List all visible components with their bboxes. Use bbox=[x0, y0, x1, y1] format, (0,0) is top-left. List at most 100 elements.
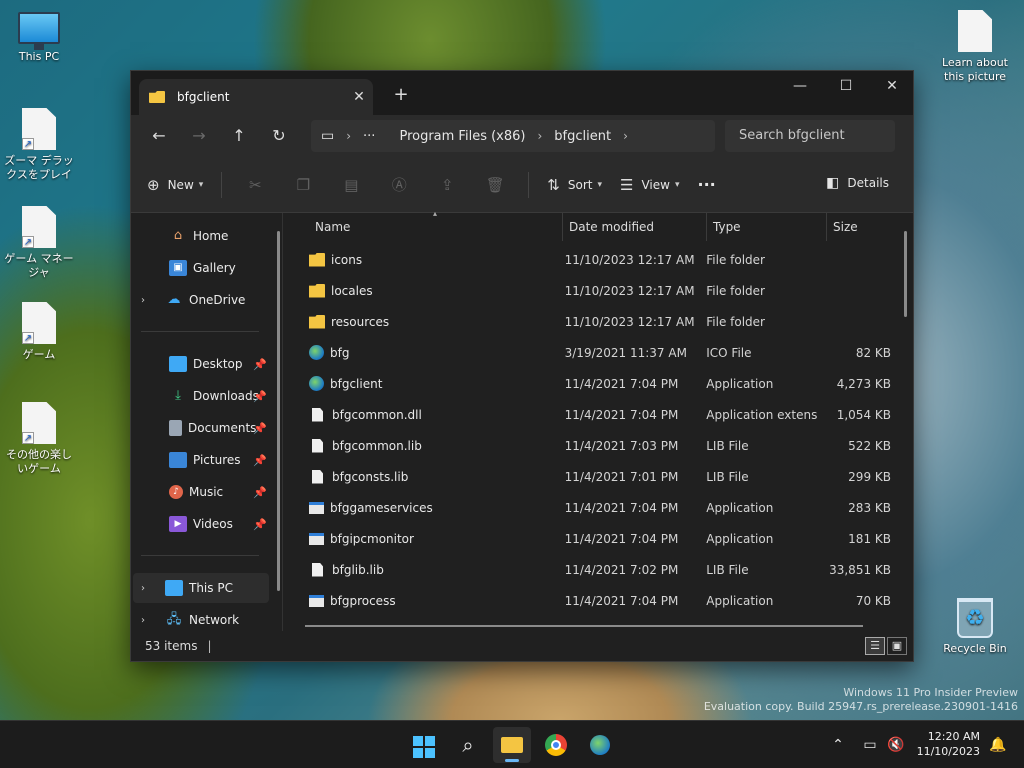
details-view-icon[interactable]: ☰ bbox=[865, 637, 885, 655]
desktop-icon-this-pc[interactable]: This PC bbox=[1, 12, 77, 64]
chevron-right-icon[interactable]: › bbox=[141, 295, 155, 306]
file-name-cell[interactable]: bfgcommon.lib bbox=[287, 438, 559, 453]
desktop-icon-game-manager[interactable]: ↗ ゲーム マネージャ bbox=[1, 206, 77, 280]
pin-icon[interactable]: 📌 bbox=[253, 358, 267, 371]
desktop-icon-learn-picture[interactable]: Learn about this picture bbox=[937, 10, 1013, 84]
start-icon[interactable] bbox=[405, 727, 443, 763]
file-name-cell[interactable]: bfgcommon.dll bbox=[287, 407, 559, 422]
pin-icon[interactable]: 📌 bbox=[253, 486, 267, 499]
more-options-button[interactable]: ··· bbox=[697, 175, 715, 194]
pin-icon[interactable]: 📌 bbox=[253, 518, 267, 531]
delete-icon[interactable]: 🗑 bbox=[480, 176, 510, 194]
chevron-right-icon[interactable]: › bbox=[623, 129, 628, 143]
table-row[interactable]: bfgconsts.lib 11/4/2021 7:01 PM LIB File 29… bbox=[287, 461, 897, 492]
table-row[interactable]: bfggameservices 11/4/2021 7:04 PM Applicat… bbox=[287, 492, 897, 523]
game-app-icon[interactable] bbox=[581, 727, 619, 763]
desktop-icon-more-games[interactable]: ↗ その他の楽しいゲーム bbox=[1, 402, 77, 476]
sidebar-item-documents[interactable]: Documents 📌 bbox=[133, 413, 269, 443]
sort-button[interactable]: ⇅ Sort ▾ bbox=[547, 176, 602, 194]
sidebar-item-home[interactable]: ⌂ Home bbox=[133, 221, 269, 251]
refresh-button[interactable]: ↻ bbox=[259, 120, 299, 152]
breadcrumb[interactable]: ▭ › ··· Program Files (x86) › bfgclient … bbox=[311, 120, 715, 152]
tab-close-icon[interactable]: ✕ bbox=[345, 89, 373, 105]
sidebar-item-pictures[interactable]: Pictures 📌 bbox=[133, 445, 269, 475]
file-date: 11/4/2021 7:04 PM bbox=[564, 407, 679, 422]
up-button[interactable]: ↑ bbox=[219, 120, 259, 152]
file-name-cell[interactable]: bfgclient bbox=[287, 376, 559, 391]
rename-icon[interactable]: Ⓐ bbox=[384, 174, 414, 195]
sidebar-item-videos[interactable]: ▶ Videos 📌 bbox=[133, 509, 269, 539]
paste-icon[interactable]: ▤ bbox=[336, 176, 366, 194]
file-name-cell[interactable]: bfgconsts.lib bbox=[287, 469, 559, 484]
minimize-button[interactable]: — bbox=[777, 71, 823, 103]
table-row[interactable]: bfglib.lib 11/4/2021 7:02 PM LIB File 33,85… bbox=[287, 554, 897, 585]
sidebar-item-desktop[interactable]: Desktop 📌 bbox=[133, 349, 269, 379]
sidebar-item-music[interactable]: ♪ Music 📌 bbox=[133, 477, 269, 507]
breadcrumb-more[interactable]: ··· bbox=[363, 129, 375, 144]
tab-bfgclient[interactable]: bfgclient ✕ bbox=[139, 79, 373, 115]
desktop-icon-recycle-bin[interactable]: ♻ Recycle Bin bbox=[937, 598, 1013, 656]
file-name-cell[interactable]: bfgprocess bbox=[287, 594, 559, 608]
volume-muted-icon[interactable]: 🔇 bbox=[884, 721, 908, 768]
chevron-right-icon[interactable]: › bbox=[537, 129, 542, 143]
table-row[interactable]: bfgcommon.lib 11/4/2021 7:03 PM LIB File 52… bbox=[287, 430, 897, 461]
file-name-cell[interactable]: bfglib.lib bbox=[287, 562, 559, 577]
table-row[interactable]: bfgclient 11/4/2021 7:04 PM Application 4,2… bbox=[287, 368, 897, 399]
close-button[interactable]: ✕ bbox=[869, 71, 913, 103]
chrome-icon[interactable] bbox=[537, 727, 575, 763]
table-row[interactable]: resources 11/10/2023 12:17 AM File folder bbox=[287, 306, 897, 337]
tray-chevron-icon[interactable]: ⌃ bbox=[826, 721, 850, 768]
file-name-cell[interactable]: icons bbox=[287, 252, 559, 267]
copy-icon[interactable]: ❐ bbox=[288, 176, 318, 194]
watermark-line: Windows 11 Pro Insider Preview bbox=[843, 686, 1018, 699]
back-button[interactable]: ← bbox=[139, 120, 179, 152]
file-name-cell[interactable]: bfg bbox=[287, 345, 559, 360]
table-row[interactable]: icons 11/10/2023 12:17 AM File folder bbox=[287, 244, 897, 275]
notification-bell-icon[interactable]: 🔔 bbox=[986, 721, 1010, 768]
monitor-icon[interactable]: ▭ bbox=[321, 128, 334, 144]
column-header-type[interactable]: Type bbox=[707, 213, 827, 241]
column-header-size[interactable]: Size bbox=[827, 213, 907, 241]
pin-icon[interactable]: 📌 bbox=[253, 422, 267, 435]
file-name-cell[interactable]: locales bbox=[287, 283, 559, 298]
clock[interactable]: 12:20 AM 11/10/2023 bbox=[917, 729, 980, 759]
table-row[interactable]: bfgcommon.dll 11/4/2021 7:04 PM Applicatio… bbox=[287, 399, 897, 430]
forward-button[interactable]: → bbox=[179, 120, 219, 152]
sidebar-item-onedrive[interactable]: › ☁ OneDrive bbox=[133, 285, 269, 315]
cut-icon[interactable]: ✂ bbox=[240, 176, 270, 194]
file-explorer-icon[interactable] bbox=[493, 727, 531, 763]
sidebar-scrollbar[interactable] bbox=[277, 231, 280, 591]
network-status-icon[interactable]: ▭ bbox=[858, 721, 882, 768]
horizontal-scrollbar[interactable] bbox=[305, 625, 863, 627]
share-icon[interactable]: ⇪ bbox=[432, 176, 462, 194]
file-name-cell[interactable]: resources bbox=[287, 314, 559, 329]
search-icon[interactable]: ⌕ bbox=[449, 727, 487, 763]
view-button[interactable]: ☰ View ▾ bbox=[620, 176, 679, 194]
breadcrumb-item[interactable]: bfgclient bbox=[554, 129, 611, 144]
desktop-icon-zuma-shortcut[interactable]: ↗ ズーマ デラックスをプレイ bbox=[1, 108, 77, 182]
sidebar-item-gallery[interactable]: ▣ Gallery bbox=[133, 253, 269, 283]
search-input[interactable]: Search bfgclient bbox=[725, 120, 895, 152]
tiles-view-icon[interactable]: ▣ bbox=[887, 637, 907, 655]
column-header-date[interactable]: Date modified bbox=[563, 213, 707, 241]
chevron-right-icon[interactable]: › bbox=[141, 615, 155, 626]
maximize-button[interactable]: ☐ bbox=[823, 71, 869, 103]
new-button[interactable]: ⊕ New ▾ bbox=[147, 176, 203, 194]
sidebar-item-downloads[interactable]: ⤓ Downloads 📌 bbox=[133, 381, 269, 411]
file-name-cell[interactable]: bfgipcmonitor bbox=[287, 532, 559, 546]
pin-icon[interactable]: 📌 bbox=[253, 390, 267, 403]
desktop-icon-games[interactable]: ↗ ゲーム bbox=[1, 302, 77, 362]
details-button[interactable]: ◧ Details bbox=[826, 175, 889, 191]
pin-icon[interactable]: 📌 bbox=[253, 454, 267, 467]
table-row[interactable]: locales 11/10/2023 12:17 AM File folder bbox=[287, 275, 897, 306]
sidebar-item-this-pc[interactable]: › This PC bbox=[133, 573, 269, 603]
column-header-name[interactable]: Name bbox=[287, 213, 563, 241]
table-row[interactable]: bfg 3/19/2021 11:37 AM ICO File 82 KB bbox=[287, 337, 897, 368]
vertical-scrollbar[interactable] bbox=[904, 231, 907, 317]
table-row[interactable]: bfgprocess 11/4/2021 7:04 PM Application 70… bbox=[287, 585, 897, 616]
chevron-right-icon[interactable]: › bbox=[141, 583, 155, 594]
table-row[interactable]: bfgipcmonitor 11/4/2021 7:04 PM Applicatio… bbox=[287, 523, 897, 554]
new-tab-button[interactable]: + bbox=[387, 83, 415, 109]
file-name-cell[interactable]: bfggameservices bbox=[287, 501, 559, 515]
breadcrumb-item[interactable]: Program Files (x86) bbox=[399, 129, 525, 144]
